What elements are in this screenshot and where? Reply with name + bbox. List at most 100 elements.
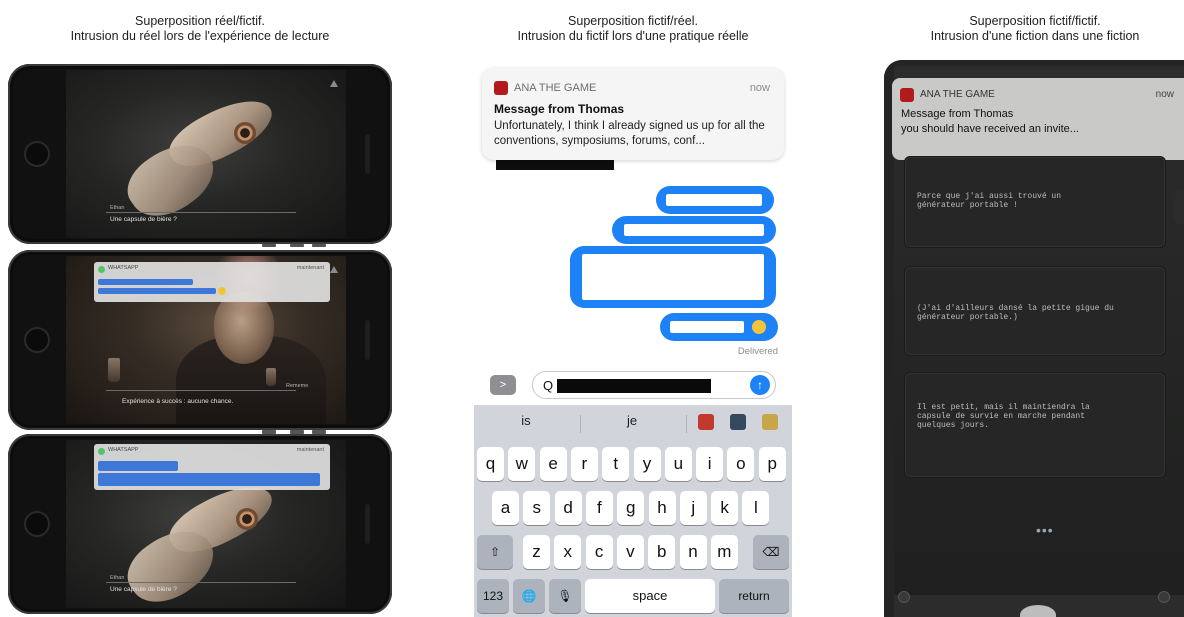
suggestion-1[interactable]: is	[496, 413, 556, 428]
ana-app-icon	[494, 81, 508, 95]
key-j[interactable]: j	[679, 491, 707, 525]
key-o[interactable]: o	[727, 447, 755, 481]
space-key[interactable]: space	[585, 579, 715, 613]
middle-phone-screen: ANA THE GAME now Message from Thomas Unf…	[474, 60, 792, 617]
redacted-text	[624, 224, 764, 236]
key-p[interactable]: p	[758, 447, 786, 481]
message-text: (J'ai d'ailleurs dansé la petite gigue d…	[917, 304, 1114, 322]
left-phone-3: WHATSAPP maintenant Ethan Une capsule de…	[8, 431, 392, 614]
phone-speaker	[365, 504, 370, 544]
key-f[interactable]: f	[585, 491, 613, 525]
apps-button[interactable]: >	[490, 375, 516, 395]
key-c[interactable]: c	[585, 535, 613, 569]
side-button	[312, 431, 326, 434]
left-phone-2: WHATSAPP maintenant Rememe Expérience à …	[8, 250, 392, 433]
whatsapp-icon	[98, 448, 105, 455]
notification-sender: Message from Thomas	[901, 108, 1014, 120]
suggestion-divider	[686, 415, 687, 433]
shift-key[interactable]: ⇧	[477, 535, 513, 569]
redacted-text	[666, 194, 762, 206]
key-v[interactable]: v	[616, 535, 644, 569]
subtitle-text: Expérience à succès : aucune chance.	[122, 398, 234, 405]
key-d[interactable]: d	[554, 491, 582, 525]
message-input-row: > Q ↑	[474, 365, 792, 405]
notification-sender: Message from Thomas	[494, 102, 625, 116]
notification-app-name: ANA THE GAME	[920, 89, 995, 100]
backspace-key[interactable]: ⌫	[753, 535, 789, 569]
key-w[interactable]: w	[508, 447, 536, 481]
key-z[interactable]: z	[523, 535, 550, 569]
key-q[interactable]: q	[477, 447, 504, 481]
message-input[interactable]: Q ↑	[532, 371, 776, 399]
game-scene-hand: WHATSAPP maintenant Ethan Une capsule de…	[66, 440, 346, 608]
bolt-decoration	[898, 591, 910, 603]
message-card: Il est petit, mais il maintiendra la cap…	[904, 372, 1166, 478]
sent-message-bubble[interactable]	[570, 246, 776, 308]
right-phone: ANA THE GAME now Message from Thomas you…	[884, 60, 1184, 617]
redacted-message-bar	[98, 288, 216, 294]
subtitle-divider	[106, 582, 296, 583]
input-text: Q	[543, 378, 554, 393]
whatsapp-notification[interactable]: WHATSAPP maintenant	[94, 444, 330, 490]
notification-time: maintenant	[296, 447, 324, 453]
whatsapp-notification[interactable]: WHATSAPP maintenant	[94, 262, 330, 302]
menu-triangle-icon[interactable]	[330, 80, 338, 87]
redacted-input	[557, 379, 711, 393]
ana-notification[interactable]: ANA THE GAME now Message from Thomas you…	[892, 78, 1184, 160]
left-caption: Superposition réel/fictif. Intrusion du …	[30, 14, 370, 44]
message-card: Parce que j'ai aussi trouvé un générateu…	[904, 156, 1166, 248]
ana-app-icon	[900, 88, 914, 102]
message-text: Il est petit, mais il maintiendra la cap…	[917, 403, 1090, 430]
key-r[interactable]: r	[570, 447, 598, 481]
side-button	[262, 431, 276, 434]
key-t[interactable]: t	[602, 447, 630, 481]
left-caption-line1: Superposition réel/fictif.	[135, 14, 265, 28]
key-n[interactable]: n	[679, 535, 707, 569]
key-x[interactable]: x	[554, 535, 582, 569]
send-button[interactable]: ↑	[750, 375, 770, 395]
home-button	[24, 327, 50, 353]
key-a[interactable]: a	[492, 491, 519, 525]
key-g[interactable]: g	[617, 491, 645, 525]
key-s[interactable]: s	[523, 491, 551, 525]
sent-message-bubble[interactable]	[656, 186, 774, 214]
globe-key[interactable]: 🌐	[513, 579, 545, 613]
key-u[interactable]: u	[664, 447, 692, 481]
train-emoji-icon[interactable]	[698, 414, 714, 430]
key-k[interactable]: k	[711, 491, 739, 525]
return-key[interactable]: return	[719, 579, 789, 613]
side-button	[290, 431, 304, 434]
redacted-message-bar	[98, 473, 320, 486]
tram-emoji-icon[interactable]	[730, 414, 746, 430]
phone-speaker	[365, 320, 370, 360]
emoji-icon	[752, 320, 766, 334]
key-y[interactable]: y	[633, 447, 661, 481]
menu-triangle-icon[interactable]	[330, 266, 338, 273]
bottle-cap-illustration	[236, 508, 258, 530]
middle-caption-line1: Superposition fictif/réel.	[568, 14, 698, 28]
right-caption-line2: Intrusion d'une fiction dans une fiction	[930, 29, 1140, 43]
bolt-decoration	[1158, 591, 1170, 603]
key-e[interactable]: e	[539, 447, 567, 481]
glass-illustration	[108, 358, 120, 382]
side-button	[1174, 190, 1184, 224]
suggestion-2[interactable]: je	[602, 413, 662, 428]
railcar-emoji-icon[interactable]	[762, 414, 778, 430]
right-caption-line1: Superposition fictif/fictif.	[969, 14, 1101, 28]
notification-app-name: ANA THE GAME	[514, 82, 597, 94]
sent-message-bubble[interactable]	[612, 216, 776, 244]
microphone-key[interactable]: 🎙	[549, 579, 581, 613]
ana-notification[interactable]: ANA THE GAME now Message from Thomas Unf…	[482, 68, 784, 160]
right-caption: Superposition fictif/fictif. Intrusion d…	[890, 14, 1180, 44]
speaker-name: Ethan	[110, 575, 125, 581]
key-i[interactable]: i	[696, 447, 724, 481]
left-caption-line2: Intrusion du réel lors de l'expérience d…	[70, 29, 330, 43]
key-b[interactable]: b	[648, 535, 676, 569]
sent-message-bubble[interactable]	[660, 313, 778, 341]
key-h[interactable]: h	[648, 491, 676, 525]
numbers-key[interactable]: 123	[477, 579, 509, 613]
left-phone-1: Ethan Une capsule de bière ?	[8, 64, 392, 247]
key-m[interactable]: m	[710, 535, 738, 569]
key-l[interactable]: l	[742, 491, 770, 525]
redacted-message-bar	[98, 279, 193, 285]
